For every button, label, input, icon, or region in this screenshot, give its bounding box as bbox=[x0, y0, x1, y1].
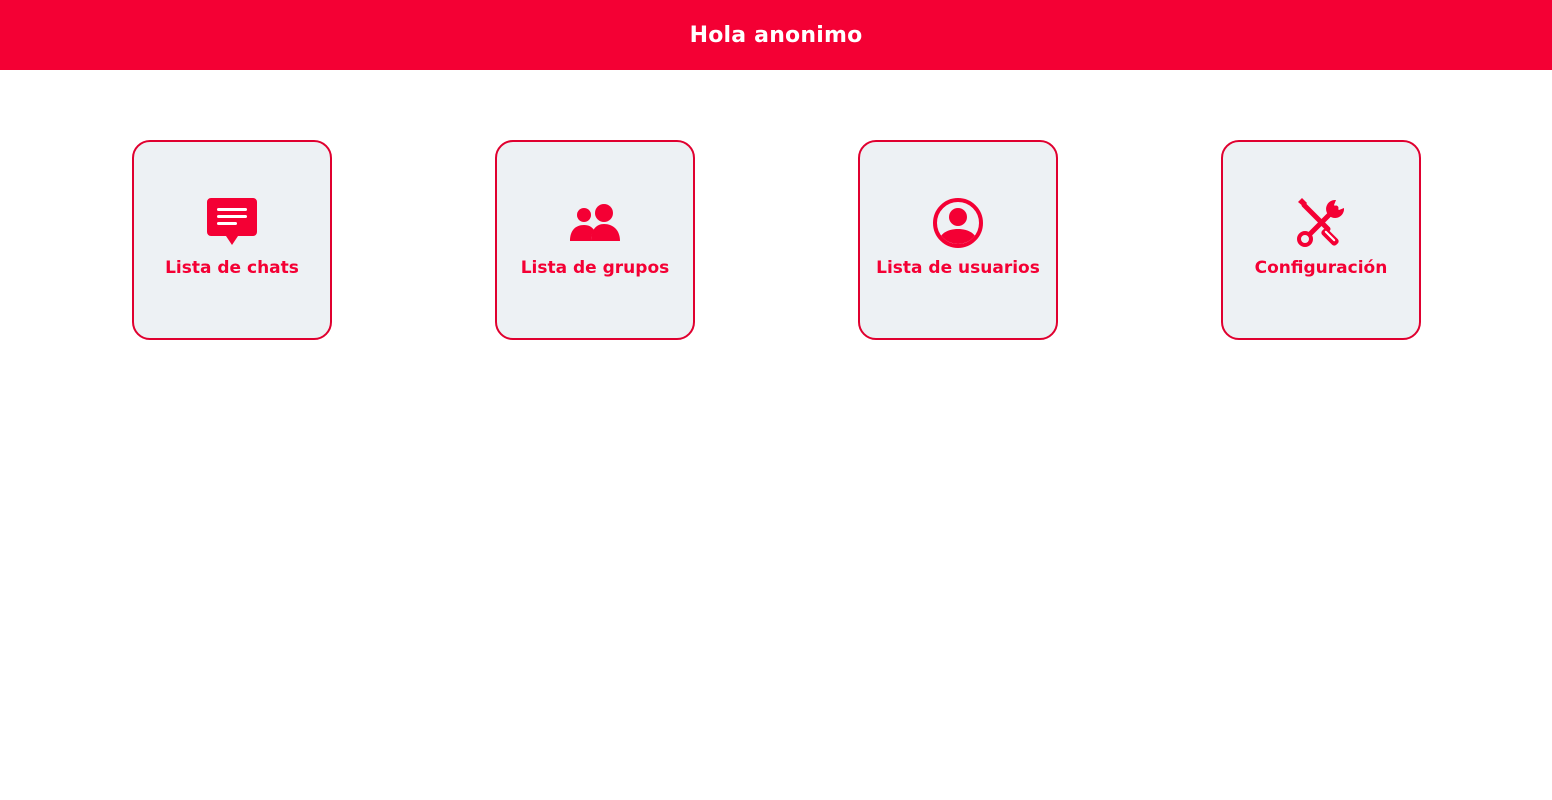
menu-tile-config[interactable]: Configuración bbox=[1221, 140, 1421, 340]
menu-tile-groups[interactable]: Lista de grupos bbox=[495, 140, 695, 340]
menu-tile-chats[interactable]: Lista de chats bbox=[132, 140, 332, 340]
menu-tile-label: Configuración bbox=[1254, 258, 1388, 278]
chat-bubble-icon bbox=[207, 198, 257, 248]
top-bar: Hola anonimo bbox=[0, 0, 1552, 70]
menu-tile-label: Lista de usuarios bbox=[876, 258, 1040, 278]
menu-tile-users[interactable]: Lista de usuarios bbox=[858, 140, 1058, 340]
page-title: Hola anonimo bbox=[689, 22, 863, 48]
group-icon bbox=[570, 198, 620, 248]
menu-tile-label: Lista de chats bbox=[165, 258, 299, 278]
menu-tile-label: Lista de grupos bbox=[520, 258, 670, 278]
tools-icon bbox=[1296, 198, 1346, 248]
user-circle-icon bbox=[933, 198, 983, 248]
